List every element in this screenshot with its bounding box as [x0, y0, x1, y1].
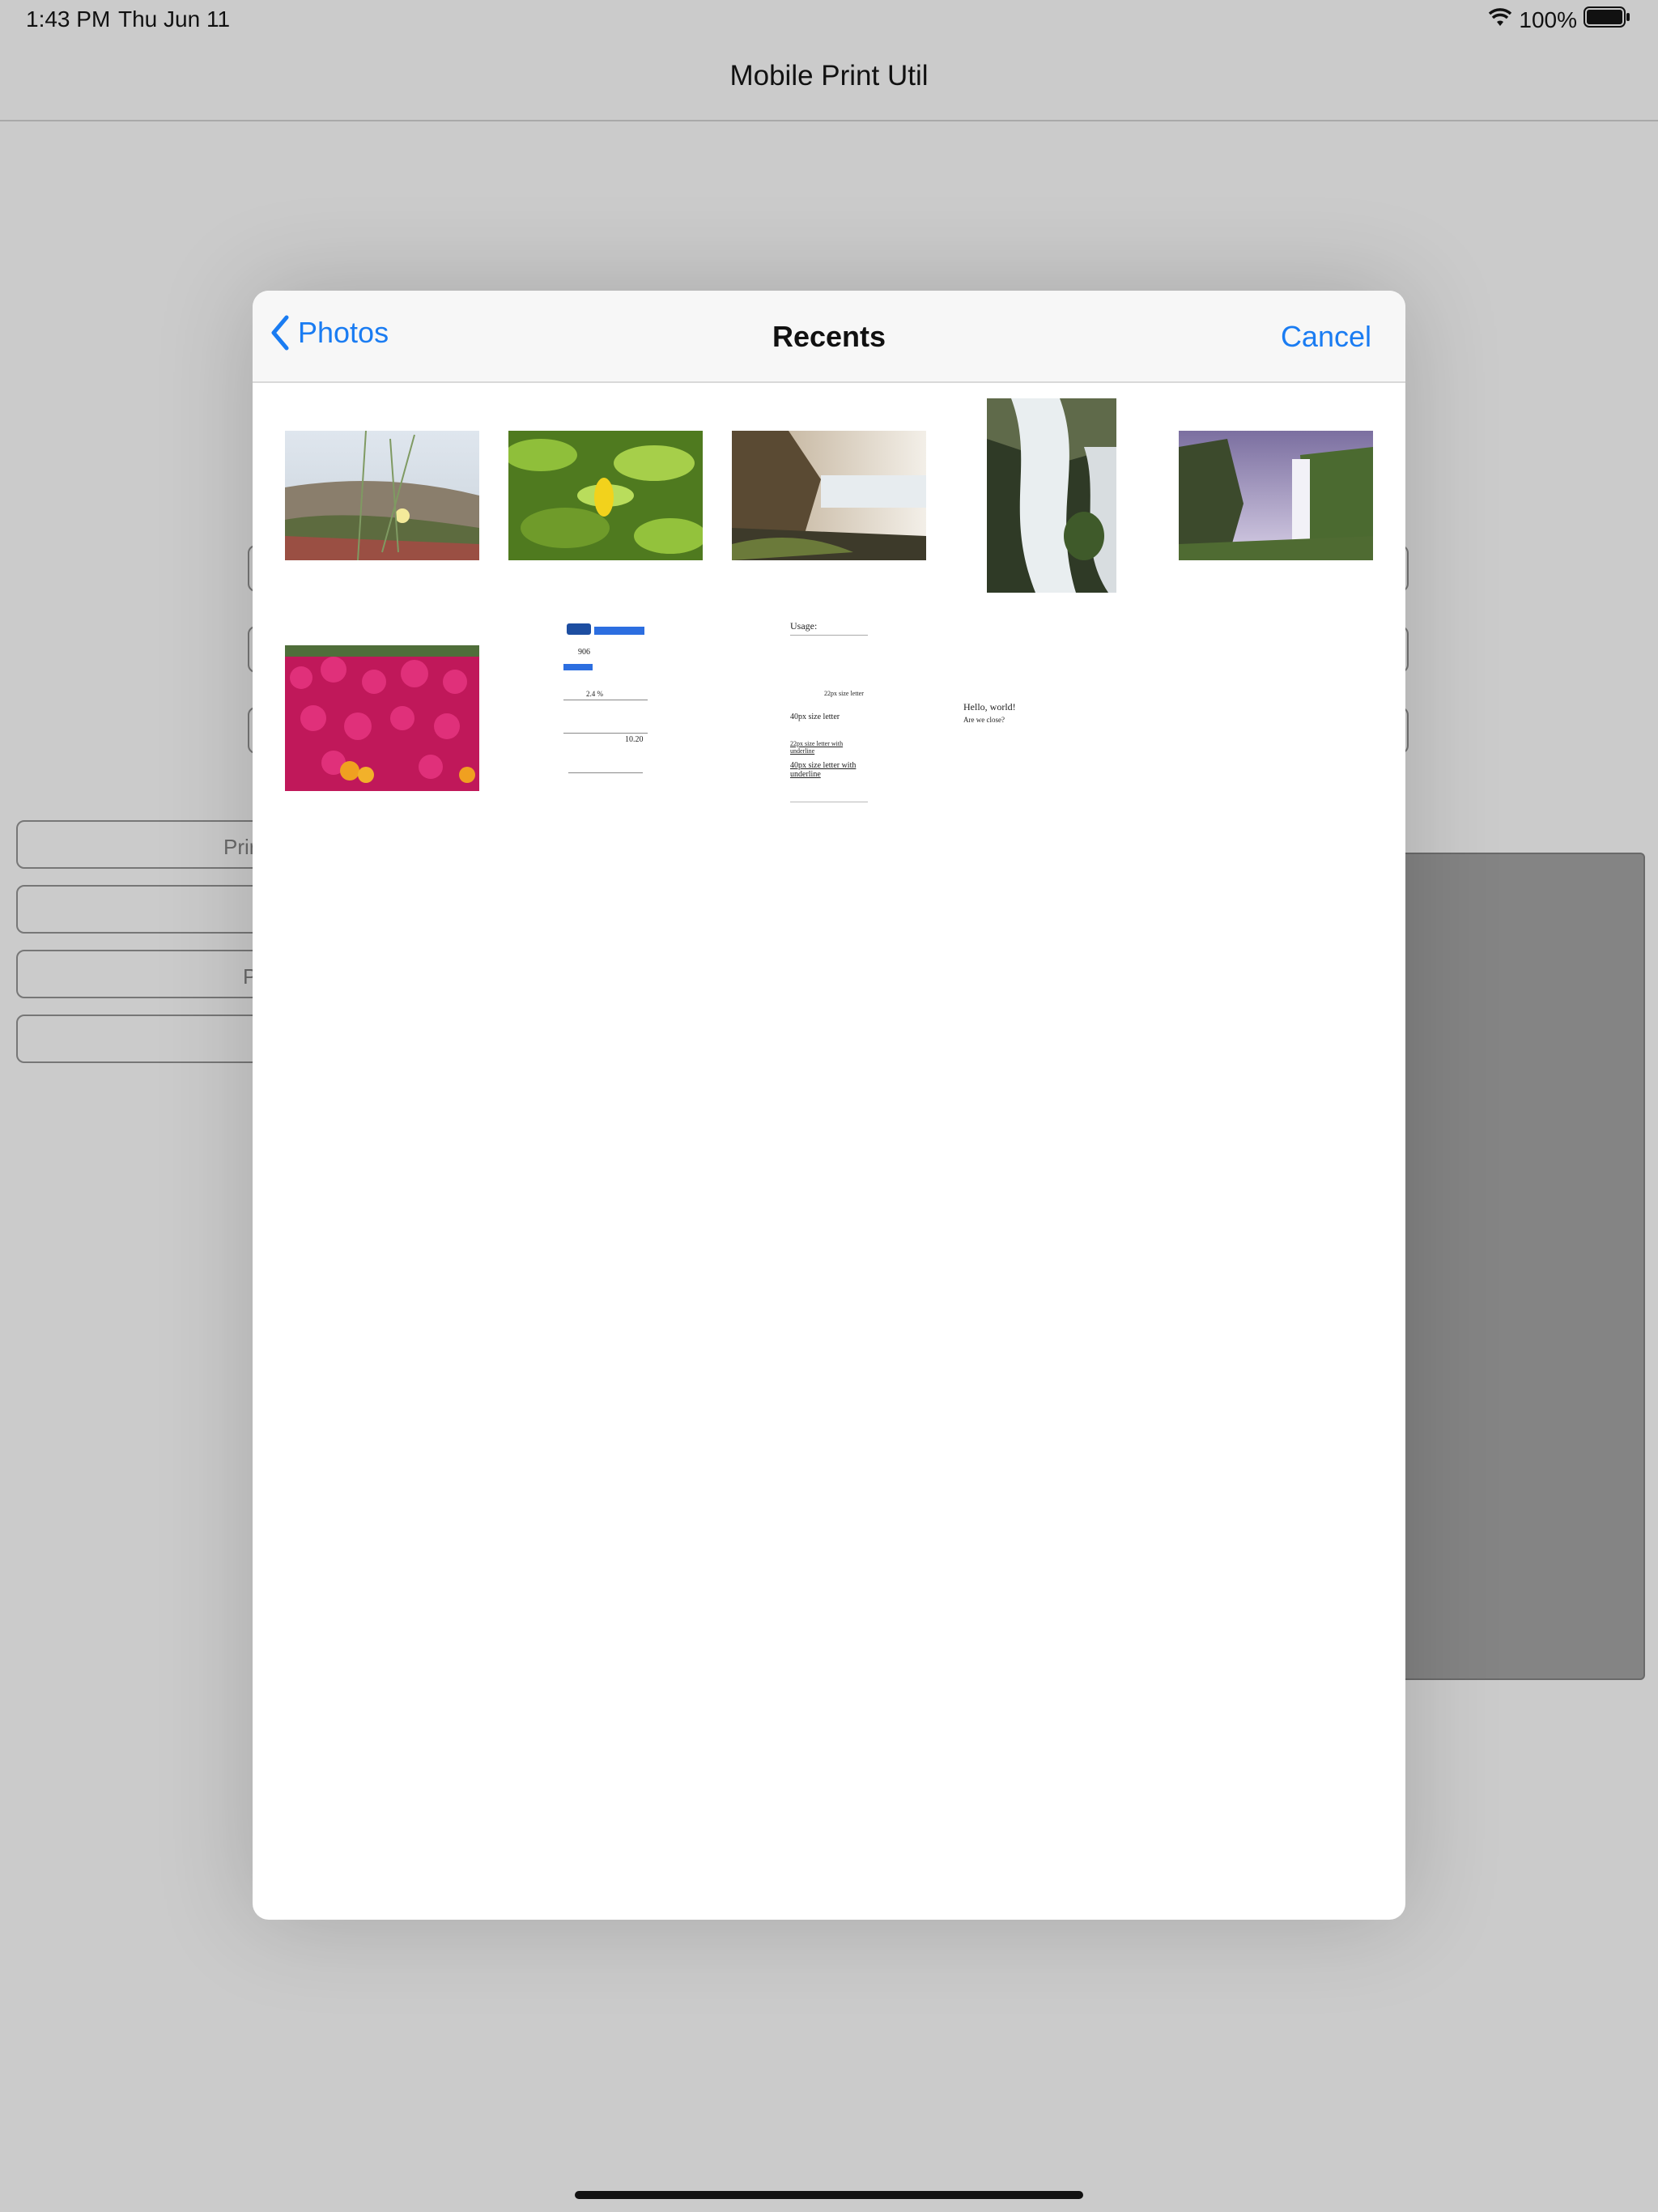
- battery-icon: [1584, 6, 1630, 33]
- photo-thumbnail-dunes[interactable]: [285, 431, 479, 560]
- receipt-rate: 2.4 %: [586, 690, 603, 698]
- hello-line-1: Hello, world!: [963, 701, 1016, 713]
- photo-thumbnail-cascade[interactable]: [987, 398, 1116, 593]
- document-thumbnail-hello[interactable]: Hello, world! Are we close?: [954, 700, 1075, 732]
- document-thumbnail-receipt[interactable]: 906 2.4 % 10.20: [562, 619, 649, 781]
- wifi-icon: [1488, 7, 1512, 33]
- document-thumbnail-usage[interactable]: Usage: 22px size letter 40px size letter…: [789, 619, 869, 805]
- cancel-button[interactable]: Cancel: [1281, 320, 1371, 354]
- home-indicator[interactable]: [575, 2191, 1083, 2199]
- photo-thumbnail-skogafoss[interactable]: [1179, 431, 1373, 560]
- status-date: Thu Jun 11: [118, 6, 231, 32]
- usage-line-4: 40px size letter with underline: [790, 761, 857, 779]
- app-navbar: Mobile Print Util: [0, 39, 1658, 121]
- receipt-header-bar: [594, 627, 644, 635]
- photo-thumbnail-lemon[interactable]: [508, 431, 703, 560]
- background-print-label: Prir: [223, 835, 257, 859]
- hello-line-2: Are we close?: [963, 716, 1005, 724]
- status-time: 1:43 PM: [26, 6, 111, 32]
- receipt-footer-line: [568, 772, 643, 773]
- app-title: Mobile Print Util: [729, 60, 929, 91]
- usage-line-2: 40px size letter: [790, 713, 840, 721]
- usage-line-3: 22px size letter with underline: [790, 740, 844, 755]
- receipt-lines: [563, 700, 648, 734]
- receipt-logo: [567, 623, 591, 635]
- usage-heading: Usage:: [790, 620, 818, 632]
- status-bar: 1:43 PM Thu Jun 11 100%: [0, 0, 1658, 39]
- photo-thumbnail-pink-flowers[interactable]: [285, 645, 479, 791]
- picker-header: Photos Recents Cancel: [253, 291, 1405, 383]
- background-preview-panel: [1376, 853, 1645, 1680]
- usage-line-1: 22px size letter: [824, 690, 864, 697]
- battery-percentage: 100%: [1519, 6, 1577, 32]
- picker-title: Recents: [772, 320, 886, 353]
- usage-divider: [790, 635, 868, 636]
- receipt-total: 10.20: [625, 735, 644, 744]
- photo-thumbnail-waterfall-cliff[interactable]: [732, 431, 926, 560]
- receipt-number: 906: [578, 648, 590, 657]
- photo-picker-modal: Photos Recents Cancel 906 2.4 % 10.20 Us…: [253, 291, 1405, 1920]
- status-right: 100%: [1488, 6, 1630, 33]
- receipt-blue-bar: [563, 664, 593, 670]
